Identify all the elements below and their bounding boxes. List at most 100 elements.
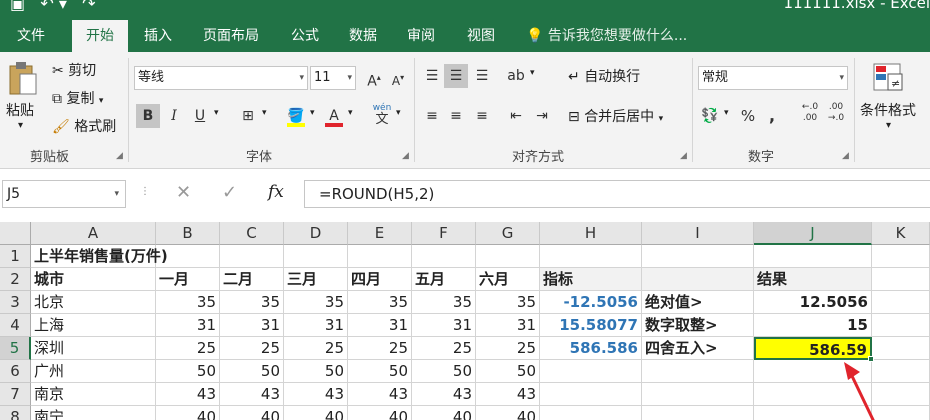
merge-center-button[interactable]: ⊟ 合并后居中 ▾ <box>568 106 663 126</box>
row-header-7[interactable]: 7 <box>0 383 31 406</box>
fill-chevron-icon[interactable]: ▾ <box>310 108 315 118</box>
drag-handle-icon[interactable]: ⋮ <box>140 186 150 197</box>
increase-decimal-button[interactable]: ←.0.00 <box>798 102 822 126</box>
cell[interactable] <box>476 245 540 268</box>
cell[interactable] <box>540 383 642 406</box>
value-cell[interactable]: 35 <box>348 291 412 314</box>
cell[interactable] <box>220 245 284 268</box>
column-header-h[interactable]: H <box>540 222 642 245</box>
format-painter-button[interactable]: 🖌 格式刷 <box>52 116 116 136</box>
indicator-cell[interactable]: 586.586 <box>540 337 642 360</box>
value-cell[interactable]: 40 <box>156 406 220 420</box>
header-cell[interactable]: 一月 <box>156 268 220 291</box>
value-cell[interactable]: 40 <box>476 406 540 420</box>
header-cell[interactable]: 三月 <box>284 268 348 291</box>
percent-button[interactable]: % <box>736 104 760 128</box>
header-cell[interactable]: 五月 <box>412 268 476 291</box>
column-header-j[interactable]: J <box>754 222 872 245</box>
value-cell[interactable]: 40 <box>348 406 412 420</box>
value-cell[interactable]: 43 <box>348 383 412 406</box>
value-cell[interactable]: 50 <box>412 360 476 383</box>
city-cell[interactable]: 北京 <box>31 291 156 314</box>
underline-button[interactable]: U <box>188 104 212 128</box>
phonetic-button[interactable]: wén 文 <box>370 102 394 126</box>
header-cell[interactable]: 二月 <box>220 268 284 291</box>
cut-button[interactable]: ✂ 剪切 <box>52 60 96 80</box>
tab-page-layout[interactable]: 页面布局 <box>192 20 270 52</box>
cell[interactable] <box>642 383 754 406</box>
name-box[interactable]: J5 ▾ <box>2 180 126 208</box>
tab-file[interactable]: 文件 <box>8 20 54 52</box>
underline-chevron-icon[interactable]: ▾ <box>214 108 219 118</box>
column-header-c[interactable]: C <box>220 222 284 245</box>
header-cell[interactable]: 四月 <box>348 268 412 291</box>
column-header-b[interactable]: B <box>156 222 220 245</box>
label-cell[interactable]: 数字取整> <box>642 314 754 337</box>
city-cell[interactable]: 广州 <box>31 360 156 383</box>
label-cell[interactable]: 绝对值> <box>642 291 754 314</box>
header-cell[interactable]: 指标 <box>540 268 642 291</box>
value-cell[interactable]: 31 <box>156 314 220 337</box>
paste-chevron-icon[interactable]: ▾ <box>18 120 23 131</box>
select-all-corner[interactable] <box>0 222 31 245</box>
city-cell[interactable]: 上海 <box>31 314 156 337</box>
bold-button[interactable]: B <box>136 104 160 128</box>
value-cell[interactable]: 25 <box>220 337 284 360</box>
tab-home[interactable]: 开始 <box>72 20 128 52</box>
decrease-decimal-button[interactable]: .00 →.0 <box>824 102 848 126</box>
column-header-g[interactable]: G <box>476 222 540 245</box>
row-header-4[interactable]: 4 <box>0 314 31 337</box>
decrease-indent-icon[interactable]: ⇤ <box>504 104 528 128</box>
value-cell[interactable]: 50 <box>476 360 540 383</box>
value-cell[interactable]: 25 <box>476 337 540 360</box>
header-cell[interactable]: 城市 <box>31 268 156 291</box>
header-cell-blank[interactable] <box>642 268 754 291</box>
cell[interactable] <box>872 337 930 360</box>
cell[interactable] <box>872 291 930 314</box>
value-cell[interactable]: 35 <box>412 291 476 314</box>
selected-cell-j5[interactable]: 586.59 <box>754 337 872 360</box>
header-cell[interactable]: 六月 <box>476 268 540 291</box>
value-cell[interactable]: 31 <box>476 314 540 337</box>
tab-data[interactable]: 数据 <box>340 20 386 52</box>
grow-font-button[interactable]: A▴ <box>362 66 386 90</box>
enter-icon[interactable]: ✓ <box>222 182 237 203</box>
increase-indent-icon[interactable]: ⇥ <box>530 104 554 128</box>
value-cell[interactable]: 40 <box>220 406 284 420</box>
tell-me-box[interactable]: 💡 告诉我您想要做什么... <box>526 20 687 52</box>
cell[interactable] <box>412 245 476 268</box>
font-launcher-icon[interactable]: ◢ <box>402 151 409 161</box>
value-cell[interactable]: 43 <box>412 383 476 406</box>
value-cell[interactable]: 40 <box>284 406 348 420</box>
tab-review[interactable]: 审阅 <box>398 20 444 52</box>
result-cell[interactable]: 12.5056 <box>754 291 872 314</box>
font-name-select[interactable]: 等线 ▾ <box>134 66 308 90</box>
cell[interactable] <box>348 245 412 268</box>
value-cell[interactable]: 35 <box>476 291 540 314</box>
tab-view[interactable]: 视图 <box>458 20 504 52</box>
city-cell[interactable]: 南京 <box>31 383 156 406</box>
currency-icon[interactable]: 💱 <box>698 104 722 128</box>
city-cell[interactable]: 南宁 <box>31 406 156 420</box>
value-cell[interactable]: 43 <box>284 383 348 406</box>
borders-button[interactable]: ⊞ <box>236 104 260 128</box>
city-cell[interactable]: 深圳 <box>31 337 156 360</box>
cell[interactable] <box>642 406 754 420</box>
cell[interactable] <box>754 245 872 268</box>
cell[interactable] <box>642 245 754 268</box>
value-cell[interactable]: 50 <box>284 360 348 383</box>
align-center-icon[interactable]: ≡ <box>444 104 468 128</box>
align-bottom-icon[interactable]: ☰ <box>470 64 494 88</box>
clipboard-launcher-icon[interactable]: ◢ <box>116 151 123 161</box>
value-cell[interactable]: 25 <box>348 337 412 360</box>
alignment-launcher-icon[interactable]: ◢ <box>680 151 687 161</box>
number-format-select[interactable]: 常规 ▾ <box>698 66 848 90</box>
conditional-chevron-icon[interactable]: ▾ <box>886 120 891 131</box>
indicator-cell[interactable]: 15.58077 <box>540 314 642 337</box>
row-header-5[interactable]: 5 <box>0 337 31 360</box>
cell[interactable] <box>540 360 642 383</box>
insert-function-icon[interactable]: fx <box>268 182 284 202</box>
align-middle-icon[interactable]: ☰ <box>444 64 468 88</box>
value-cell[interactable]: 43 <box>220 383 284 406</box>
value-cell[interactable]: 43 <box>156 383 220 406</box>
